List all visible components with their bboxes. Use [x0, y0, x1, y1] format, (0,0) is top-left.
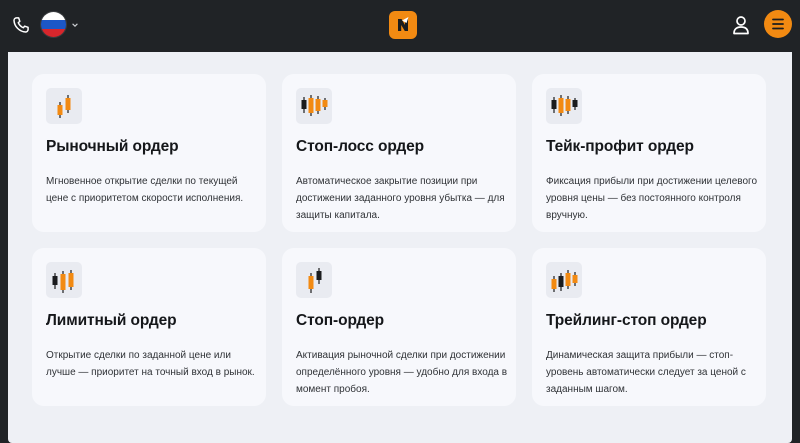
user-icon[interactable]: [731, 14, 751, 36]
chevron-down-icon: [72, 23, 78, 27]
candlestick-icon: [296, 88, 332, 124]
card-description: Динамическая защита прибыли — стоп-урове…: [546, 350, 746, 395]
order-card-market[interactable]: Рыночный ордер Мгновенное открытие сделк…: [32, 74, 266, 232]
card-title: Стоп-лосс ордер: [296, 138, 425, 155]
card-title: Рыночный ордер: [46, 138, 179, 155]
order-card-limit[interactable]: Лимитный ордер Открытие сделки по заданн…: [32, 248, 266, 406]
order-card-take-profit[interactable]: Тейк-профит ордер Фиксация прибыли при д…: [532, 74, 766, 232]
candlestick-icon: [546, 88, 582, 124]
header: [0, 0, 800, 52]
candlestick-icon: [46, 262, 82, 298]
order-card-stop-loss[interactable]: Стоп-лосс ордер Автоматическое закрытие …: [282, 74, 516, 232]
card-title: Стоп-ордер: [296, 312, 385, 329]
candlestick-icon: [546, 262, 582, 298]
phone-icon[interactable]: [11, 15, 31, 35]
order-types-panel: Рыночный ордер Мгновенное открытие сделк…: [8, 52, 792, 443]
hamburger-menu-button[interactable]: [764, 10, 792, 38]
logo-mark-icon: [398, 17, 409, 31]
order-card-trailing-stop[interactable]: Трейлинг-стоп ордер Динамическая защита …: [532, 248, 766, 406]
card-description: Фиксация прибыли при достижении целевого…: [546, 176, 758, 221]
card-description: Активация рыночной сделки при достижении…: [296, 350, 508, 395]
card-description: Автоматическое закрытие позиции при дост…: [296, 176, 505, 221]
order-card-stop[interactable]: Стоп-ордер Активация рыночной сделки при…: [282, 248, 516, 406]
candlestick-icon: [296, 262, 332, 298]
card-title: Трейлинг-стоп ордер: [546, 312, 707, 329]
candlestick-icon: [46, 88, 82, 124]
card-title: Лимитный ордер: [46, 312, 177, 329]
card-title: Тейк-профит ордер: [546, 138, 694, 155]
trading-platform-logo[interactable]: [389, 11, 417, 39]
card-description: Открытие сделки по заданной цене или луч…: [46, 350, 255, 378]
russia-flag-icon: [40, 11, 67, 38]
language-selector[interactable]: [40, 11, 80, 39]
hamburger-menu-icon: [772, 18, 784, 30]
card-description: Мгновенное открытие сделки по текущей це…: [46, 176, 244, 204]
